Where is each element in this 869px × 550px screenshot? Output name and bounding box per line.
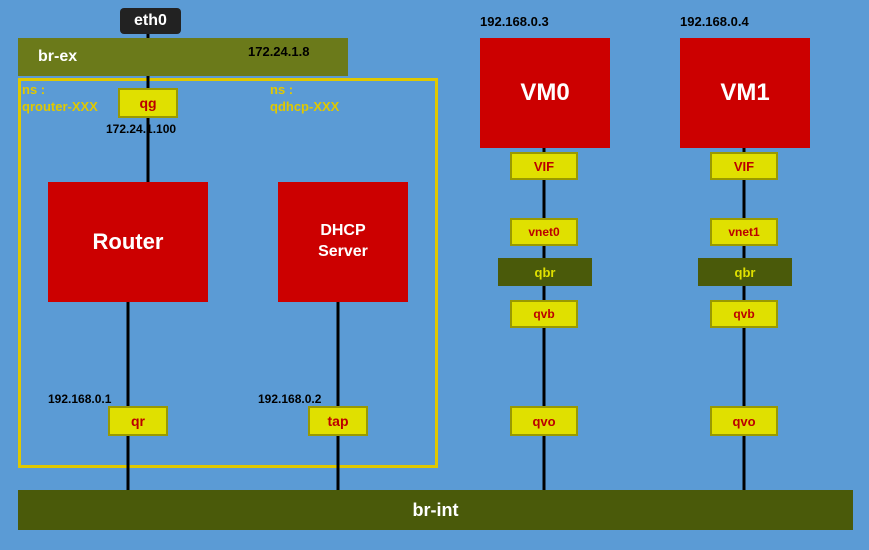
qr-box: qr <box>108 406 168 436</box>
vm1-box: VM1 <box>680 38 810 148</box>
br-int-label: br-int <box>413 500 459 521</box>
eth0-label: eth0 <box>120 8 181 34</box>
qg-ip: 172.24.1.100 <box>106 122 176 136</box>
qbr1-box: qbr <box>698 258 792 286</box>
ns-left-label: ns :qrouter-XXX <box>22 82 98 116</box>
qvb1-box: qvb <box>710 300 778 328</box>
ns-right-label: ns :qdhcp-XXX <box>270 82 339 116</box>
qvb0-box: qvb <box>510 300 578 328</box>
router-label: Router <box>93 229 164 255</box>
tap-ip: 192.168.0.2 <box>258 392 321 406</box>
router-box: Router <box>48 182 208 302</box>
qg-box: qg <box>118 88 178 118</box>
qvo1-box: qvo <box>710 406 778 436</box>
dhcp-label: DHCPServer <box>318 221 368 263</box>
dhcp-box: DHCPServer <box>278 182 408 302</box>
br-ex-label: br-ex <box>38 48 77 66</box>
br-ex-ip: 172.24.1.8 <box>248 44 309 59</box>
vnet1-box: vnet1 <box>710 218 778 246</box>
tap-box: tap <box>308 406 368 436</box>
vm1-ip: 192.168.0.4 <box>680 14 749 29</box>
vnet0-box: vnet0 <box>510 218 578 246</box>
qvo0-box: qvo <box>510 406 578 436</box>
vif1-box: VIF <box>710 152 778 180</box>
vm0-ip: 192.168.0.3 <box>480 14 549 29</box>
vm0-box: VM0 <box>480 38 610 148</box>
qbr0-box: qbr <box>498 258 592 286</box>
vm0-label: VM0 <box>520 79 569 107</box>
br-int-bar: br-int <box>18 490 853 530</box>
vif0-box: VIF <box>510 152 578 180</box>
qr-ip: 192.168.0.1 <box>48 392 111 406</box>
vm1-label: VM1 <box>720 79 769 107</box>
